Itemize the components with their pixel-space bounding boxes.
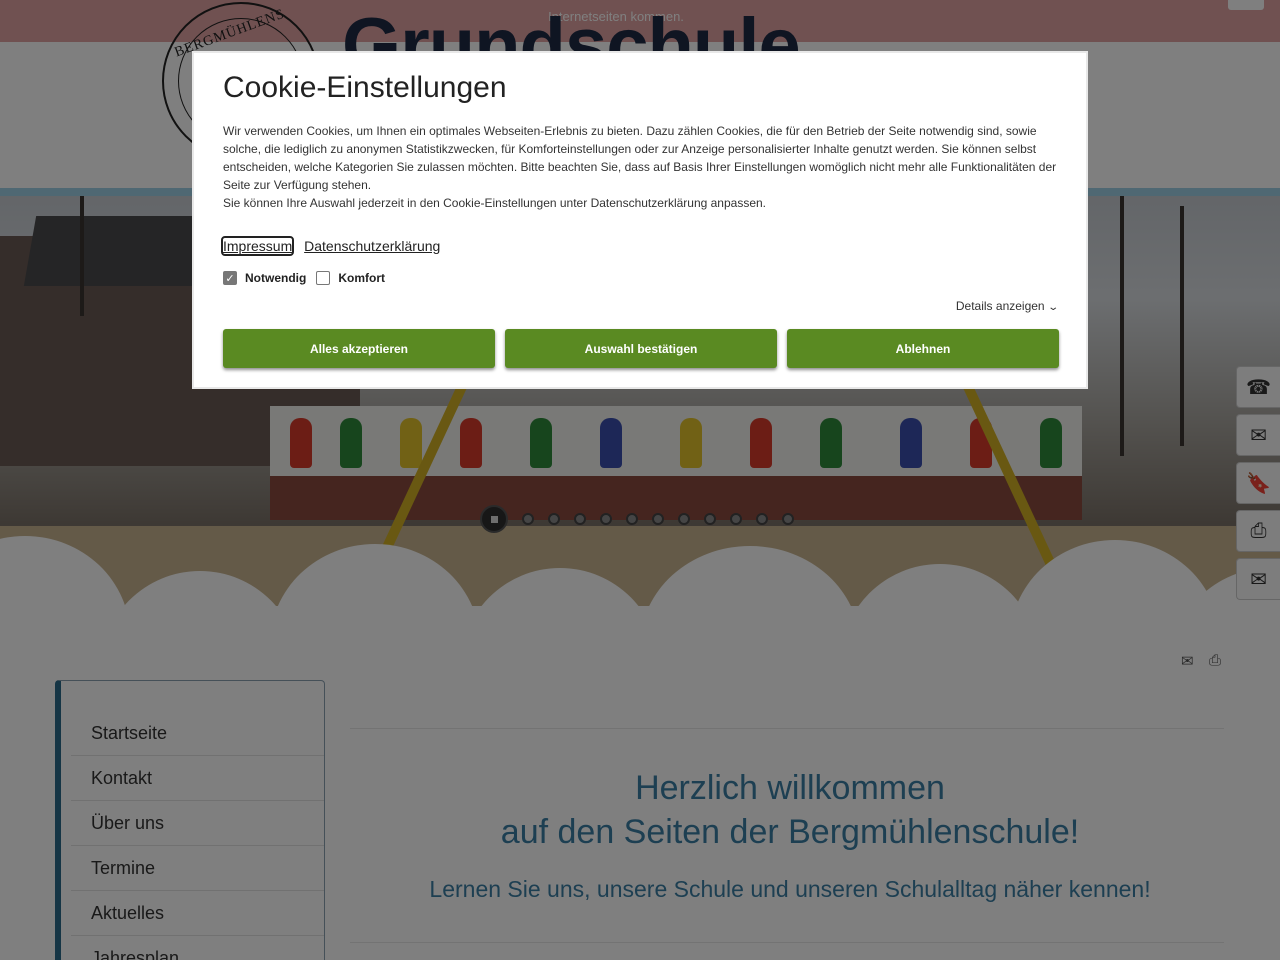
- chevron-down-icon: ⌄: [1046, 302, 1059, 313]
- datenschutz-link[interactable]: Datenschutzerklärung: [304, 238, 440, 254]
- cookie-description-note: Sie können Ihre Auswahl jederzeit in den…: [223, 196, 767, 210]
- cookie-description: Wir verwenden Cookies, um Ihnen ein opti…: [223, 124, 1057, 192]
- details-toggle[interactable]: Details anzeigen ⌄: [955, 299, 1059, 313]
- komfort-label: Komfort: [338, 271, 385, 285]
- accept-all-button[interactable]: Alles akzeptieren: [223, 329, 495, 368]
- notwendig-checkbox[interactable]: ✓: [223, 271, 237, 285]
- cookie-buttons: Alles akzeptieren Auswahl bestätigen Abl…: [223, 329, 1059, 368]
- confirm-selection-button[interactable]: Auswahl bestätigen: [505, 329, 777, 368]
- impressum-link[interactable]: Impressum: [220, 236, 295, 256]
- cookie-dialog: Cookie-Einstellungen Wir verwenden Cooki…: [192, 51, 1088, 389]
- cookie-links: Impressum Datenschutzerklärung: [220, 236, 1057, 256]
- notwendig-label: Notwendig: [245, 271, 307, 285]
- cookie-categories: ✓ Notwendig Komfort: [223, 271, 1057, 285]
- reject-button[interactable]: Ablehnen: [787, 329, 1059, 368]
- details-label: Details anzeigen: [955, 299, 1045, 313]
- komfort-checkbox[interactable]: [316, 271, 331, 285]
- cookie-dialog-title: Cookie-Einstellungen: [223, 71, 507, 104]
